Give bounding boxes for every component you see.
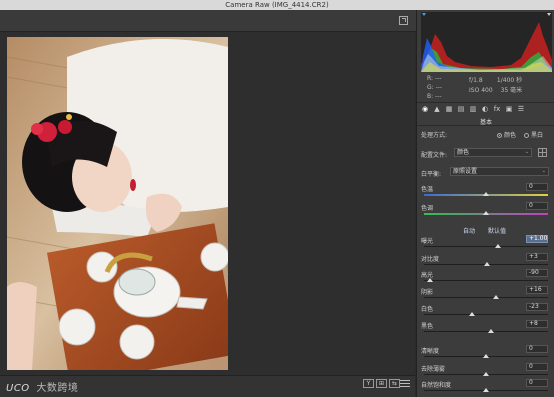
slider-label: 清晰度: [421, 348, 440, 355]
slider-label: 对比度: [421, 256, 440, 263]
slider-track[interactable]: [424, 297, 548, 298]
slider-value-field[interactable]: 0: [526, 345, 548, 353]
tab-basic-icon[interactable]: ◉: [421, 105, 429, 113]
slider-value-field[interactable]: +3: [526, 253, 548, 261]
radio-bw-label: 黑白: [531, 132, 544, 139]
slider-label: 阴影: [421, 289, 434, 296]
slider-value-field[interactable]: 0: [526, 363, 548, 371]
panel-tabs: ◉ ▲ ▦ ▤ ▥ ◐ fx ▣ ☰: [421, 104, 551, 114]
preview-photo[interactable]: [7, 37, 228, 370]
menu-icon[interactable]: [400, 380, 410, 387]
radio-bw-dot: [524, 133, 529, 138]
readout-r: R: ---: [427, 75, 442, 82]
radio-color-dot: [497, 133, 502, 138]
slider-track[interactable]: [424, 246, 548, 247]
iso: ISO 400: [469, 87, 493, 94]
tab-effects-icon[interactable]: fx: [493, 105, 501, 113]
slider-label: 去除薄雾: [421, 366, 446, 373]
slider-label: 白色: [421, 306, 434, 313]
slider-label: 黑色: [421, 323, 434, 330]
default-link[interactable]: 默认值: [488, 226, 506, 235]
white-balance-select[interactable]: 原照设置 ⌄: [450, 167, 549, 176]
slider-value-field[interactable]: +1.00: [526, 235, 548, 243]
process-label: 处理方式:: [421, 132, 448, 139]
title-bar: Camera Raw (IMG_4414.CR2): [0, 0, 554, 10]
slider-track[interactable]: [424, 314, 548, 315]
tab-split-toning-icon[interactable]: ▥: [469, 105, 477, 113]
slider-thumb[interactable]: [484, 262, 491, 266]
auto-link[interactable]: 自动: [463, 226, 475, 235]
divider: [417, 125, 554, 126]
chevron-down-icon: ⌄: [541, 168, 546, 174]
exif-info: f/1.8 1/400 秒 ISO 400 35 毫米: [469, 76, 528, 96]
slider-value-field[interactable]: -23: [526, 303, 548, 311]
watermark-logo: UCO: [6, 383, 30, 394]
slider-track[interactable]: [424, 331, 548, 332]
slider-thumb[interactable]: [492, 295, 499, 299]
slider-value-field[interactable]: -90: [526, 269, 548, 277]
view-button-swap-icon[interactable]: ⇆: [389, 379, 400, 388]
profile-browser-icon[interactable]: [538, 148, 547, 157]
shutter: 1/400 秒: [496, 77, 523, 84]
slider-value-field[interactable]: 0: [526, 202, 548, 210]
view-button-grid-icon[interactable]: ⊞: [376, 379, 387, 388]
slider-value-field[interactable]: 0: [526, 183, 548, 191]
slider-thumb[interactable]: [483, 354, 489, 358]
radio-color-label: 颜色: [504, 132, 517, 139]
slider-thumb[interactable]: [469, 312, 476, 316]
slider-value-field[interactable]: +8: [526, 320, 548, 328]
white-balance-value: 原照设置: [453, 168, 478, 175]
view-button-yy-icon[interactable]: Y: [363, 379, 374, 388]
slider-value-field[interactable]: +16: [526, 286, 548, 294]
watermark-text: 大数跨境: [36, 383, 79, 394]
divider: [417, 102, 554, 103]
slider-thumb[interactable]: [483, 388, 489, 392]
readout-g: G: ---: [427, 84, 443, 91]
tab-tone-curve-icon[interactable]: ▲: [433, 105, 441, 113]
slider-thumb[interactable]: [487, 329, 494, 333]
histogram: [421, 12, 552, 72]
slider-thumb[interactable]: [427, 278, 434, 282]
tab-calibration-icon[interactable]: ▣: [505, 105, 513, 113]
profile-select[interactable]: 颜色 ⌄: [454, 148, 532, 157]
tab-presets-icon[interactable]: ☰: [517, 105, 525, 113]
tab-lens-icon[interactable]: ◐: [481, 105, 489, 113]
slider-label: 色温: [421, 186, 434, 193]
slider-thumb[interactable]: [483, 211, 489, 215]
watermark: UCO 大数跨境: [6, 379, 78, 394]
slider-track[interactable]: [424, 280, 548, 281]
view-buttons: Y ⊞ ⇆: [363, 379, 400, 388]
slider-value-field[interactable]: 0: [526, 379, 548, 387]
aperture: f/1.8: [469, 77, 483, 84]
tab-hsl-icon[interactable]: ▤: [457, 105, 465, 113]
window-title: Camera Raw (IMG_4414.CR2): [225, 1, 329, 9]
slider-label: 曝光: [421, 238, 434, 245]
chevron-down-icon: ⌄: [524, 149, 529, 155]
profile-label: 配置文件:: [421, 152, 448, 159]
bottom-bar: UCO 大数跨境 Y ⊞ ⇆: [0, 375, 415, 397]
radio-color[interactable]: 颜色: [497, 130, 516, 139]
slider-label: 色调: [421, 205, 434, 212]
rgb-readout: R: --- G: --- B: ---: [427, 74, 442, 101]
slider-thumb[interactable]: [483, 372, 489, 376]
radio-bw[interactable]: 黑白: [524, 130, 543, 139]
white-balance-label: 白平衡:: [421, 171, 442, 178]
slider-label: 自然饱和度: [421, 382, 452, 389]
profile-value: 颜色: [457, 149, 470, 156]
fullscreen-icon[interactable]: [399, 16, 408, 25]
camera-info: R: --- G: --- B: --- f/1.8 1/400 秒 ISO 4…: [417, 74, 554, 102]
slider-thumb[interactable]: [495, 244, 502, 248]
readout-b: B: ---: [427, 93, 442, 100]
tab-detail-icon[interactable]: ▦: [445, 105, 453, 113]
slider-thumb[interactable]: [483, 192, 489, 196]
focal-length: 35 毫米: [500, 87, 523, 94]
